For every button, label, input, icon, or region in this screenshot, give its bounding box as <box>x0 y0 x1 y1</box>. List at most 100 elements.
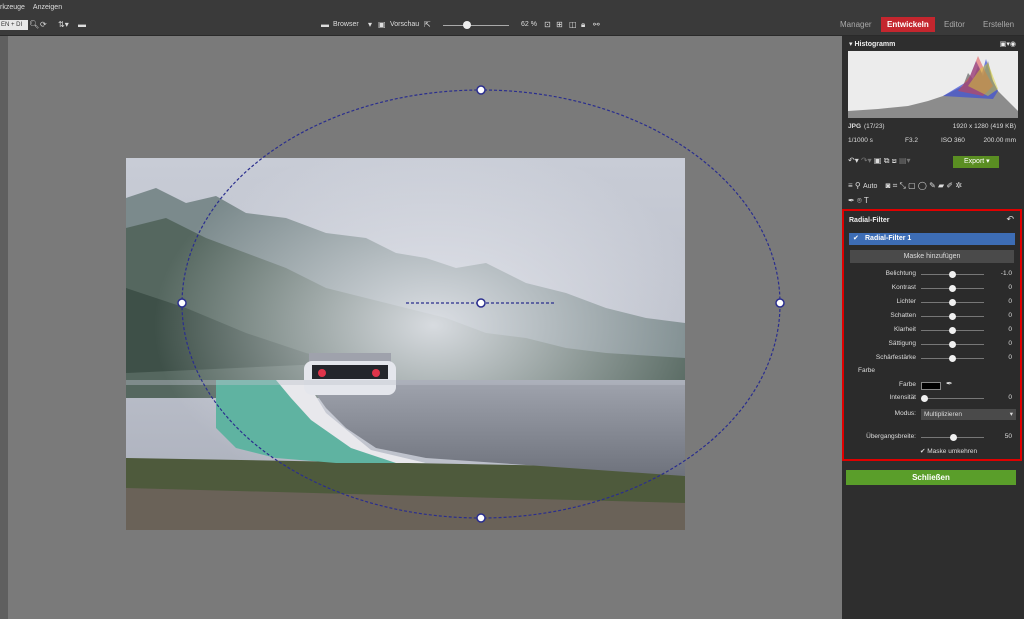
sync-icon[interactable]: ⚯ <box>593 19 600 31</box>
slider-knob[interactable] <box>949 341 956 348</box>
radial-filter-panel: Radial-Filter ↶ ✔ Radial-Filter 1 Maske … <box>842 209 1022 461</box>
sort-icon[interactable]: ⇅▾ <box>58 19 69 31</box>
transition-row: Übergangsbreite: 50 <box>844 431 1020 443</box>
edit-actions-row: ↶▾ ↷▾ ▣ ⧉ ⧈ ▤▾ <box>848 156 911 166</box>
reset-icon[interactable]: ↶ <box>1006 214 1014 225</box>
copy-icon[interactable]: ⧉ <box>884 156 890 165</box>
export-button[interactable]: Export ▾ <box>953 156 999 168</box>
paste-icon[interactable]: ⧈ <box>892 156 897 165</box>
radial-filter-icon[interactable]: ◯ <box>918 181 927 190</box>
zoom-slider[interactable] <box>443 25 509 26</box>
brush-icon[interactable]: ✎ <box>929 181 936 190</box>
iso: ISO 360 <box>941 137 965 144</box>
menu-view[interactable]: Anzeigen <box>33 4 62 11</box>
intensity-value: 0 <box>1008 394 1012 401</box>
grid-icon[interactable]: ⊞ <box>556 19 563 31</box>
transition-slider-knob[interactable] <box>950 434 957 441</box>
tab-editor[interactable]: Editor <box>938 17 971 32</box>
slider-knob[interactable] <box>949 355 956 362</box>
redo-icon[interactable]: ↷▾ <box>861 156 872 165</box>
intensity-row: Intensität 0 <box>844 392 1020 404</box>
slider-label: Kontrast <box>891 284 916 291</box>
aperture: F3.2 <box>905 137 919 144</box>
eyedropper-icon[interactable]: ✒ <box>848 196 855 205</box>
slider-label: Klarheit <box>893 326 916 333</box>
tab-manager[interactable]: Manager <box>834 17 878 32</box>
left-panel-strip[interactable] <box>0 36 8 619</box>
add-mask-button[interactable]: Maske hinzufügen <box>850 250 1014 263</box>
file-index: (17/23) <box>864 123 885 130</box>
intensity-slider-knob[interactable] <box>921 395 928 402</box>
search-icon[interactable]: 🔍︎ <box>29 19 39 31</box>
toolbar: EN + DI 🔍︎ ⟳ ⇅▾ ▬ ▬ Browser ▾ ▣ Vorschau… <box>0 15 1024 36</box>
preview-image-icon: ▣ <box>378 20 386 29</box>
slider-value: 0 <box>1008 284 1012 291</box>
mode-value: Multiplizieren <box>924 411 962 418</box>
slider-value: 0 <box>1008 312 1012 319</box>
slider-row-belichtung: Belichtung -1.0 <box>844 268 1020 280</box>
zoom-value: 62 % <box>521 21 537 28</box>
wand-icon[interactable]: ⚲ <box>855 181 861 190</box>
menu-tools[interactable]: rkzeuge <box>0 4 25 11</box>
checkbox-checked-icon[interactable]: ✔ <box>853 233 859 245</box>
browser-button[interactable]: Browser <box>333 19 359 31</box>
transition-label: Übergangsbreite: <box>866 433 916 440</box>
invert-mask-checkbox[interactable]: ✔ Maske umkehren <box>920 447 977 455</box>
settings-icon[interactable]: ✲ <box>955 181 962 190</box>
lock-icon[interactable]: 🔒︎ <box>581 19 585 31</box>
radial-filter-title: Radial-Filter <box>849 217 890 224</box>
preview-button[interactable]: Vorschau <box>390 19 419 31</box>
slider-knob[interactable] <box>949 327 956 334</box>
auto-button[interactable]: Auto <box>863 183 877 190</box>
transform-icon[interactable]: ⤡ <box>899 181 905 190</box>
camera-icon[interactable]: ◙ <box>886 181 891 190</box>
search-input[interactable]: EN + DI <box>0 20 28 30</box>
photo-canvas[interactable] <box>126 158 685 530</box>
radial-filter-item-label: Radial-Filter 1 <box>865 235 912 242</box>
slider-label: Schärfestärke <box>875 354 916 361</box>
tab-develop[interactable]: Entwickeln <box>881 17 935 32</box>
close-button[interactable]: Schließen <box>846 470 1016 485</box>
transition-value: 50 <box>1004 433 1012 440</box>
crop-icon[interactable]: ⌗ <box>893 181 898 190</box>
snapshot-icon[interactable]: ▣ <box>874 156 882 165</box>
text-icon[interactable]: T <box>864 196 869 205</box>
compare-icon[interactable]: ◫ <box>569 19 577 31</box>
frame-icon[interactable]: ▢ <box>908 181 916 190</box>
zoom-slider-knob[interactable] <box>463 21 471 29</box>
file-format: JPG <box>848 123 862 130</box>
slider-knob[interactable] <box>949 313 956 320</box>
pen-icon[interactable]: ✐ <box>946 181 953 190</box>
fit-icon[interactable]: ⊡ <box>544 19 551 31</box>
stamp-icon[interactable]: ⌾ <box>857 196 862 205</box>
checkbox-checked-icon[interactable]: ✔ <box>920 448 925 455</box>
refresh-icon[interactable]: ⟳ <box>40 19 47 31</box>
slider-label: Sättigung <box>888 340 916 347</box>
undo-icon[interactable]: ↶▾ <box>848 156 859 165</box>
histogram-header[interactable]: ▾ Histogramm ▣▾◉ <box>842 38 1024 51</box>
slider-row-sättigung: Sättigung 0 <box>844 338 1020 350</box>
chevron-down-icon[interactable]: ▾ <box>368 19 372 31</box>
menu-icon[interactable]: ≡ <box>848 181 853 190</box>
mode-select[interactable]: Multiplizieren ▾ <box>921 409 1016 420</box>
slider-value: 0 <box>1008 354 1012 361</box>
gradient-icon[interactable]: ▰ <box>938 181 944 190</box>
slider-knob[interactable] <box>949 271 956 278</box>
color-swatch[interactable] <box>921 382 941 390</box>
eyedropper-icon[interactable]: ✒ <box>946 379 953 388</box>
histogram-options-icon[interactable]: ▣▾◉ <box>1000 38 1016 51</box>
photo-race-car-in-fog <box>126 158 685 530</box>
slider-value: 0 <box>1008 340 1012 347</box>
radial-filter-item[interactable]: ✔ Radial-Filter 1 <box>849 233 1015 245</box>
tab-create[interactable]: Erstellen <box>977 17 1020 32</box>
shutter-speed: 1/1000 s <box>848 137 873 144</box>
intensity-slider[interactable] <box>921 398 984 399</box>
slider-knob[interactable] <box>949 285 956 292</box>
folder-icon[interactable]: ▬ <box>78 19 86 31</box>
color-section-label: Farbe <box>858 367 875 374</box>
file-dimensions: 1920 x 1280 (419 KB) <box>952 123 1016 130</box>
slider-knob[interactable] <box>949 299 956 306</box>
save-icon[interactable]: ▤▾ <box>899 156 911 165</box>
slider-row-kontrast: Kontrast 0 <box>844 282 1020 294</box>
external-link-icon[interactable]: ⇱ <box>424 19 431 31</box>
